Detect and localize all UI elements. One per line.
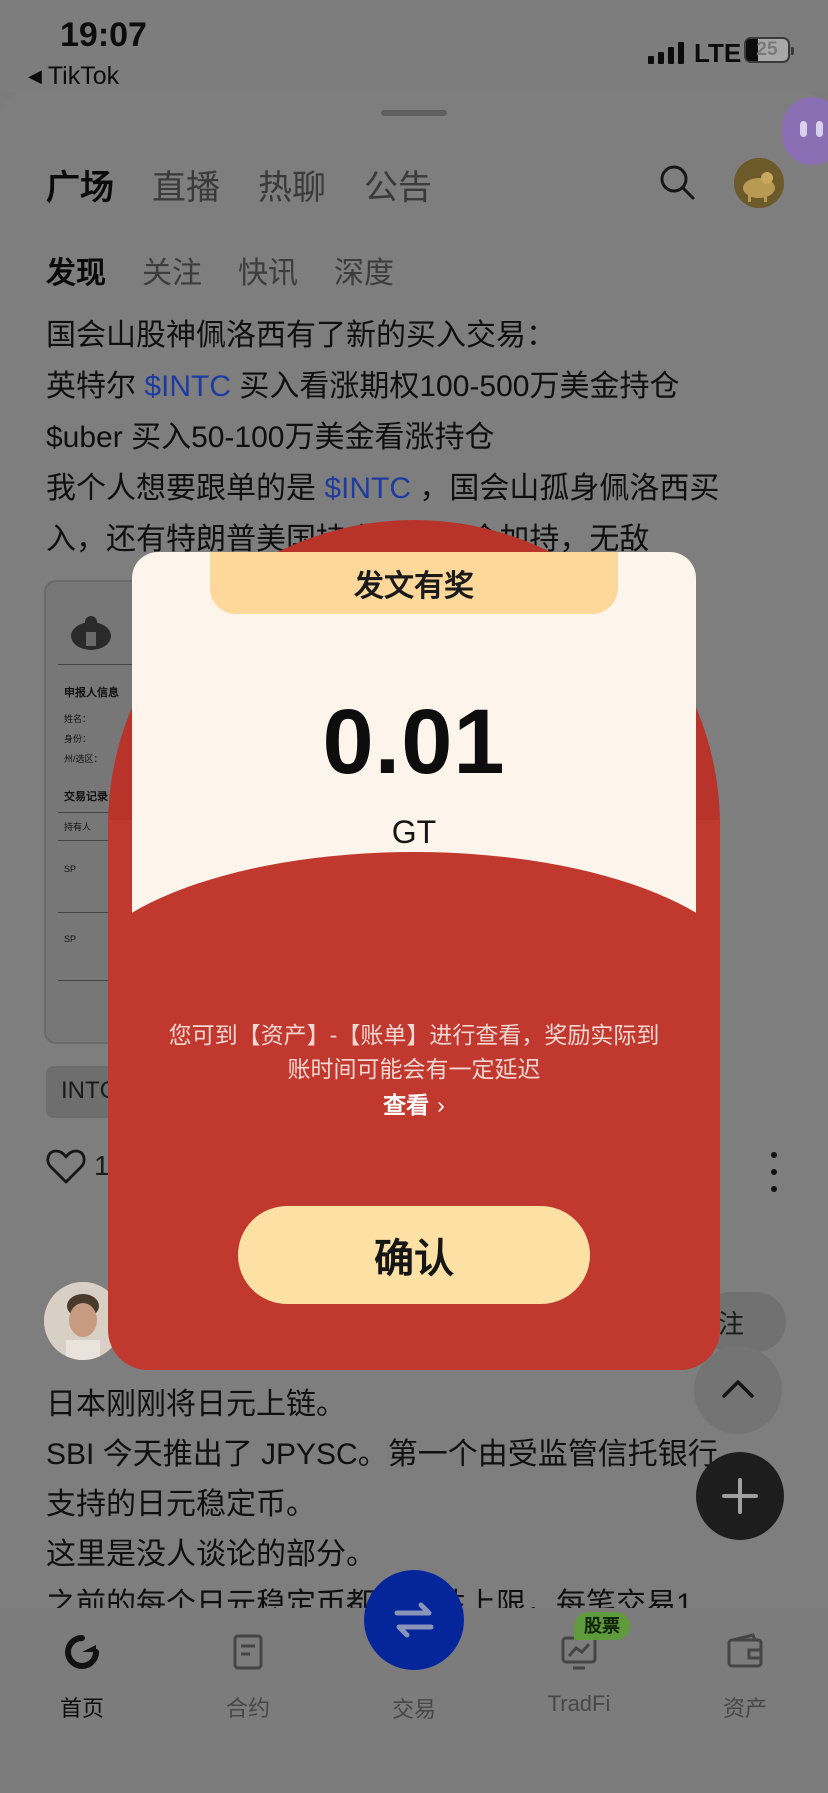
post-line: 国会山股神佩洛西有了新的买入交易： (46, 319, 556, 352)
nav-tradfi[interactable]: TradFi (524, 1632, 634, 1717)
reward-notice: 您可到【资产】-【账单】进行查看，奖励实际到 账时间可能会有一定延迟 (168, 1022, 660, 1082)
post-line: 日本刚刚将日元上链。 (46, 1388, 346, 1421)
tab-square[interactable]: 广场 (46, 160, 114, 209)
subtab-discover[interactable]: 发现 (46, 248, 106, 292)
nav-assets[interactable]: 资产 (690, 1632, 800, 1723)
nav-label: TradFi (547, 1691, 611, 1716)
post-line: $uber 买入50-100万美金看涨持仓 (46, 421, 495, 454)
back-app-label: TikTok (47, 62, 120, 90)
reward-unit: GT (391, 814, 437, 850)
search-icon[interactable] (658, 163, 696, 201)
contract-icon (233, 1634, 263, 1670)
home-icon (65, 1635, 99, 1669)
battery-icon: 25 (744, 37, 794, 63)
image-text: 交易记录 (64, 791, 108, 803)
battery-level: 25 (756, 39, 778, 60)
view-bill-link[interactable]: 查看 › (132, 1086, 696, 1120)
nav-home[interactable]: 首页 (27, 1632, 137, 1723)
status-bar: 19:07 ◀ TikTok LTE 25 (0, 0, 828, 92)
image-text: 州/选区： (64, 754, 103, 764)
nav-label: 资产 (722, 1696, 767, 1721)
image-text: SP (64, 864, 77, 874)
heart-icon (46, 1149, 86, 1184)
ticker-link[interactable]: $INTC (324, 472, 411, 505)
sheet-grabber[interactable] (381, 110, 447, 116)
post-line: 支持的日元稳定币。 (46, 1488, 316, 1521)
post-line: SBI 今天推出了 JPYSC。第一个由受监管信托银行 (46, 1438, 718, 1471)
nav-label: 首页 (59, 1696, 104, 1721)
post-line: 我个人想要跟单的是 $INTC ，国会山孤身佩洛西买 (46, 472, 720, 505)
stock-badge: 股票 (574, 1612, 630, 1640)
user-avatar[interactable] (734, 158, 784, 208)
ticker-link[interactable]: $INTC (144, 370, 231, 403)
nav-trade[interactable]: 交易 (359, 1678, 469, 1724)
back-triangle-icon: ◀ (28, 66, 42, 86)
like-button[interactable]: 1 (46, 1148, 110, 1184)
back-to-app-button[interactable]: ◀ TikTok (28, 62, 119, 91)
more-options-icon[interactable] (768, 1152, 780, 1192)
modal-banner: 发文有奖 (210, 552, 618, 614)
image-text: 申报人信息 (64, 687, 119, 699)
trade-button[interactable] (364, 1570, 464, 1670)
image-text: 持有人 (64, 822, 92, 832)
subtab-flash[interactable]: 快讯 (238, 248, 298, 292)
status-time: 19:07 (60, 16, 147, 54)
tab-hot-chat[interactable]: 热聊 (258, 160, 326, 209)
nav-contract[interactable]: 合约 (193, 1632, 303, 1723)
modal-title: 发文有奖 (354, 570, 474, 603)
chevron-right-icon: › (437, 1092, 445, 1118)
network-type: LTE (694, 38, 742, 68)
confirm-button[interactable]: 确认 (238, 1206, 590, 1304)
image-text: 身份： (64, 734, 92, 744)
subtab-depth[interactable]: 深度 (334, 248, 394, 292)
post-line: 英特尔 $INTC 买入看涨期权100-500万美金持仓 (46, 370, 680, 403)
subtab-following[interactable]: 关注 (142, 248, 202, 292)
signal-icon (648, 42, 684, 64)
image-text: 姓名： (64, 714, 92, 724)
tab-live[interactable]: 直播 (152, 160, 220, 209)
ai-assistant-bubble[interactable] (782, 97, 828, 165)
create-post-button[interactable] (696, 1452, 784, 1540)
reward-amount: 0.01 (322, 691, 506, 793)
eagle-seal-image (71, 616, 111, 650)
top-tabs: 广场 直播 热聊 公告 (46, 160, 432, 209)
sub-tabs: 发现 关注 快讯 深度 (46, 248, 394, 292)
nav-label: 合约 (225, 1696, 270, 1721)
swap-icon (394, 1602, 434, 1638)
nav-label: 交易 (391, 1697, 436, 1722)
tab-announcement[interactable]: 公告 (364, 160, 432, 209)
wallet-icon (727, 1633, 763, 1668)
image-text: SP (64, 934, 77, 944)
